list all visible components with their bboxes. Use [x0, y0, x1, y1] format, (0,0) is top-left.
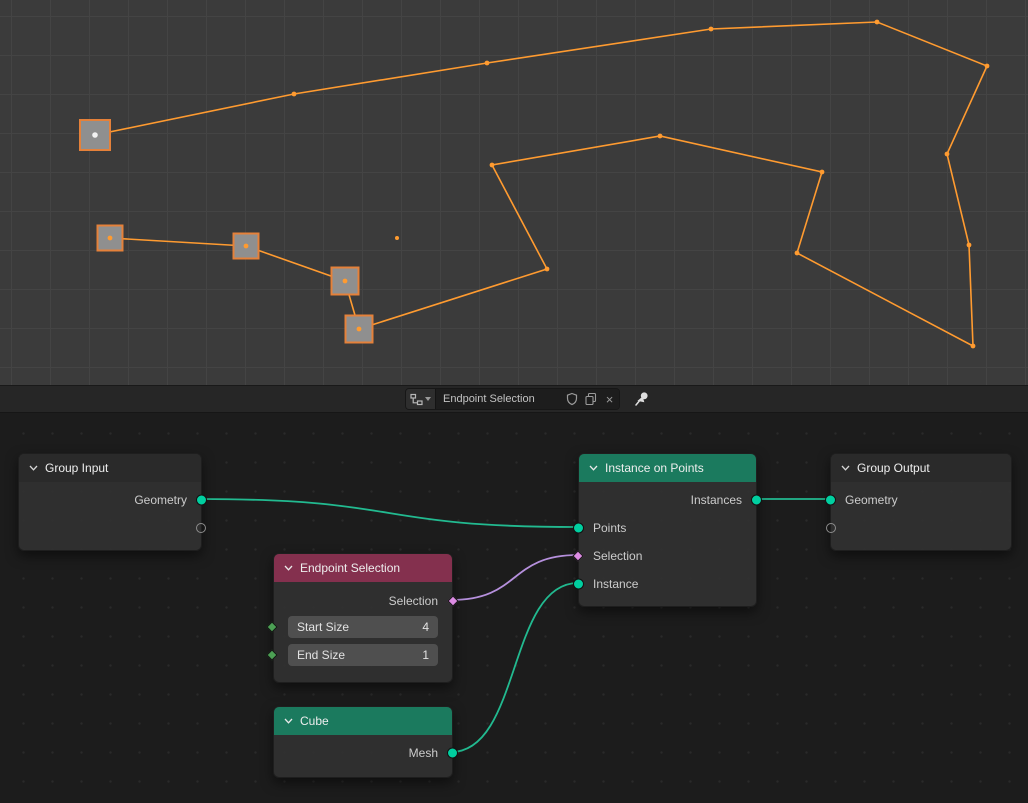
socket-label: Geometry	[845, 493, 898, 507]
instance-input-socket[interactable]	[573, 579, 584, 590]
virtual-input-socket[interactable]	[826, 523, 836, 533]
field-label: Start Size	[297, 620, 349, 634]
node-link[interactable]	[451, 583, 578, 752]
socket-row-selection-output: Selection	[274, 586, 452, 616]
curve-point[interactable]	[292, 92, 297, 97]
chevron-down-icon	[589, 465, 598, 471]
node-endpoint-selection[interactable]: Endpoint Selection Selection Start Size …	[273, 553, 453, 683]
socket-row-mesh-output: Mesh	[274, 739, 452, 767]
socket-row-instance-input: Instance	[579, 570, 756, 598]
node-group-output-header[interactable]: Group Output	[831, 454, 1011, 482]
blender-window: Endpoint Selection ×	[0, 0, 1028, 803]
curve-point[interactable]	[485, 61, 490, 66]
socket-row-instances-output: Instances	[579, 486, 756, 514]
socket-row-geometry-input: Geometry	[831, 486, 1011, 514]
end-size-field[interactable]: End Size 1	[288, 644, 438, 666]
socket-row-virtual	[831, 514, 1011, 542]
node-title: Endpoint Selection	[300, 561, 400, 575]
unlink-x-icon: ×	[606, 393, 614, 406]
curve-path[interactable]	[95, 22, 987, 346]
node-group-input[interactable]: Group Input Geometry	[18, 453, 202, 551]
curve-point[interactable]	[709, 27, 714, 32]
socket-label: Instance	[593, 577, 638, 591]
socket-label: Selection	[593, 549, 642, 563]
curve-point[interactable]	[971, 344, 976, 349]
node-editor-header: Endpoint Selection ×	[0, 385, 1028, 413]
pin-icon	[634, 391, 650, 407]
curve-point[interactable]	[820, 170, 825, 175]
pin-button[interactable]	[631, 388, 653, 410]
curve-point[interactable]	[945, 152, 950, 157]
node-title: Group Output	[857, 461, 930, 475]
curve-point[interactable]	[545, 267, 550, 272]
socket-label: Instances	[691, 493, 742, 507]
curve-point[interactable]	[108, 236, 113, 241]
active-curve-point[interactable]	[92, 132, 98, 138]
viewport-3d[interactable]	[0, 0, 1028, 385]
node-group-output[interactable]: Group Output Geometry	[830, 453, 1012, 551]
unlink-button[interactable]: ×	[600, 389, 619, 409]
node-endpoint-selection-header[interactable]: Endpoint Selection	[274, 554, 452, 582]
curve-point[interactable]	[795, 251, 800, 256]
field-value: 4	[422, 620, 429, 634]
node-title: Instance on Points	[605, 461, 704, 475]
socket-label: Selection	[389, 594, 438, 608]
geometry-output-socket[interactable]	[196, 495, 207, 506]
chevron-down-icon	[284, 718, 293, 724]
virtual-output-socket[interactable]	[196, 523, 206, 533]
node-link[interactable]	[451, 555, 578, 600]
node-editor[interactable]: Group Input Geometry Instance on Points	[0, 413, 1028, 803]
geometry-input-socket[interactable]	[825, 495, 836, 506]
node-cube[interactable]: Cube Mesh	[273, 706, 453, 778]
curve-point[interactable]	[658, 134, 663, 139]
node-title: Cube	[300, 714, 329, 728]
socket-row-virtual	[19, 514, 201, 542]
curve-point[interactable]	[244, 244, 249, 249]
new-copy-button[interactable]	[581, 389, 600, 409]
socket-row-points-input: Points	[579, 514, 756, 542]
viewport-canvas[interactable]	[0, 0, 1028, 385]
copy-icon	[584, 392, 598, 406]
node-cube-header[interactable]: Cube	[274, 707, 452, 735]
node-group-input-header[interactable]: Group Input	[19, 454, 201, 482]
mesh-output-socket[interactable]	[447, 748, 458, 759]
chevron-down-icon	[29, 465, 38, 471]
fake-user-shield-button[interactable]	[562, 389, 581, 409]
socket-row-selection-input: Selection	[579, 542, 756, 570]
curve-point[interactable]	[395, 236, 399, 240]
node-title: Group Input	[45, 461, 108, 475]
datablock-name-field[interactable]: Endpoint Selection	[435, 389, 562, 409]
curve-point[interactable]	[490, 163, 495, 168]
field-label: End Size	[297, 648, 345, 662]
chevron-down-icon	[284, 565, 293, 571]
socket-row-geometry-output: Geometry	[19, 486, 201, 514]
curve-point[interactable]	[343, 279, 348, 284]
node-datablock-selector: Endpoint Selection ×	[405, 388, 620, 410]
nodetree-icon	[410, 393, 423, 406]
socket-label: Mesh	[409, 746, 438, 760]
start-size-field[interactable]: Start Size 4	[288, 616, 438, 638]
node-instance-on-points-header[interactable]: Instance on Points	[579, 454, 756, 482]
points-input-socket[interactable]	[573, 523, 584, 534]
node-link[interactable]	[200, 499, 578, 527]
instances-output-socket[interactable]	[751, 495, 762, 506]
chevron-down-icon	[841, 465, 850, 471]
field-value: 1	[422, 648, 429, 662]
datablock-browse-button[interactable]	[406, 389, 435, 409]
node-instance-on-points[interactable]: Instance on Points Instances Points Sele…	[578, 453, 757, 607]
curve-point[interactable]	[985, 64, 990, 69]
socket-label: Geometry	[134, 493, 187, 507]
curve-point[interactable]	[967, 243, 972, 248]
dropdown-caret-icon	[425, 397, 431, 401]
curve-point[interactable]	[357, 327, 362, 332]
socket-label: Points	[593, 521, 626, 535]
curve-point[interactable]	[875, 20, 880, 25]
shield-icon	[565, 392, 579, 406]
